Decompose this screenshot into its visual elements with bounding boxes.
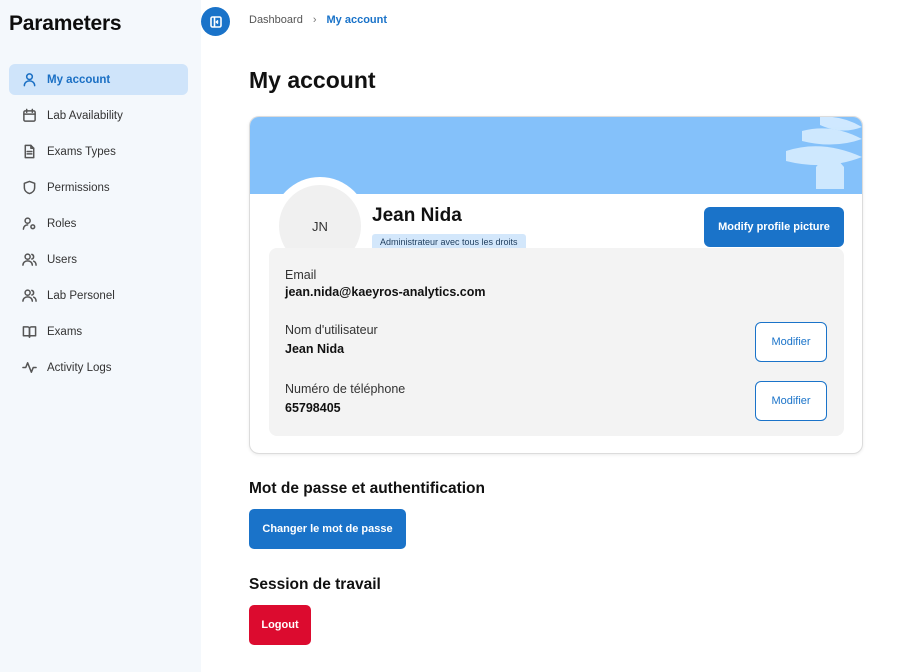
sidebar-title: Parameters (9, 12, 122, 35)
sidebar-item-roles[interactable]: Roles (9, 208, 188, 239)
users-icon (21, 252, 37, 268)
user-name: Jean Nida (372, 205, 462, 226)
session-section-title: Session de travail (249, 576, 381, 593)
sidebar-item-lab-personel[interactable]: Lab Personel (9, 280, 188, 311)
shield-icon (21, 180, 37, 196)
change-password-button[interactable]: Changer le mot de passe (249, 509, 406, 549)
sidebar-item-label: Permissions (47, 181, 110, 194)
calendar-icon (21, 108, 37, 124)
profile-card: JN Jean Nida Administrateur avec tous le… (249, 116, 863, 454)
email-value: jean.nida@kaeyros-analytics.com (285, 285, 486, 299)
account-info-panel: Email jean.nida@kaeyros-analytics.com No… (269, 248, 844, 436)
sidebar-item-label: Roles (47, 217, 77, 230)
sidebar-item-label: Exams (47, 325, 83, 338)
sidebar-item-label: Lab Availability (47, 109, 123, 122)
sidebar-item-exams[interactable]: Exams (9, 316, 188, 347)
sidebar-item-activity-logs[interactable]: Activity Logs (9, 352, 188, 383)
sidebar-toggle-button[interactable] (201, 7, 230, 36)
breadcrumb-current: My account (326, 14, 388, 26)
sidebar-item-users[interactable]: Users (9, 244, 188, 275)
username-value: Jean Nida (285, 342, 345, 356)
sidebar: Parameters My account Lab Availability E… (0, 0, 201, 672)
modify-username-button[interactable]: Modifier (755, 322, 827, 362)
leaf-decoration-icon (786, 117, 862, 189)
modify-phone-button[interactable]: Modifier (755, 381, 827, 421)
sidebar-item-exams-types[interactable]: Exams Types (9, 136, 188, 167)
user-cog-icon (21, 216, 37, 232)
user-icon (21, 72, 37, 88)
sidebar-item-label: My account (47, 73, 111, 86)
phone-value: 65798405 (285, 401, 341, 415)
sidebar-item-label: Lab Personel (47, 289, 115, 302)
sidebar-nav: My account Lab Availability Exams Types … (9, 64, 188, 388)
sidebar-item-lab-availability[interactable]: Lab Availability (9, 100, 188, 131)
breadcrumb: Dashboard › My account (249, 14, 387, 26)
sidebar-item-label: Exams Types (47, 145, 116, 158)
sidebar-item-my-account[interactable]: My account (9, 64, 188, 95)
logout-button[interactable]: Logout (249, 605, 311, 645)
avatar-initials: JN (312, 218, 328, 234)
activity-icon (21, 360, 37, 376)
book-icon (21, 324, 37, 340)
modify-profile-picture-button[interactable]: Modify profile picture (704, 207, 844, 247)
page-title: My account (249, 67, 376, 93)
users-icon (21, 288, 37, 304)
breadcrumb-dashboard-link[interactable]: Dashboard (249, 14, 303, 26)
password-section-title: Mot de passe et authentification (249, 480, 485, 497)
breadcrumb-separator: › (312, 14, 317, 26)
phone-label: Numéro de téléphone (285, 382, 406, 396)
sidebar-collapse-icon (209, 15, 222, 28)
username-label: Nom d'utilisateur (285, 323, 378, 337)
sidebar-item-label: Users (47, 253, 78, 266)
email-label: Email (285, 268, 317, 282)
sidebar-item-permissions[interactable]: Permissions (9, 172, 188, 203)
document-icon (21, 144, 37, 160)
sidebar-item-label: Activity Logs (47, 361, 112, 374)
